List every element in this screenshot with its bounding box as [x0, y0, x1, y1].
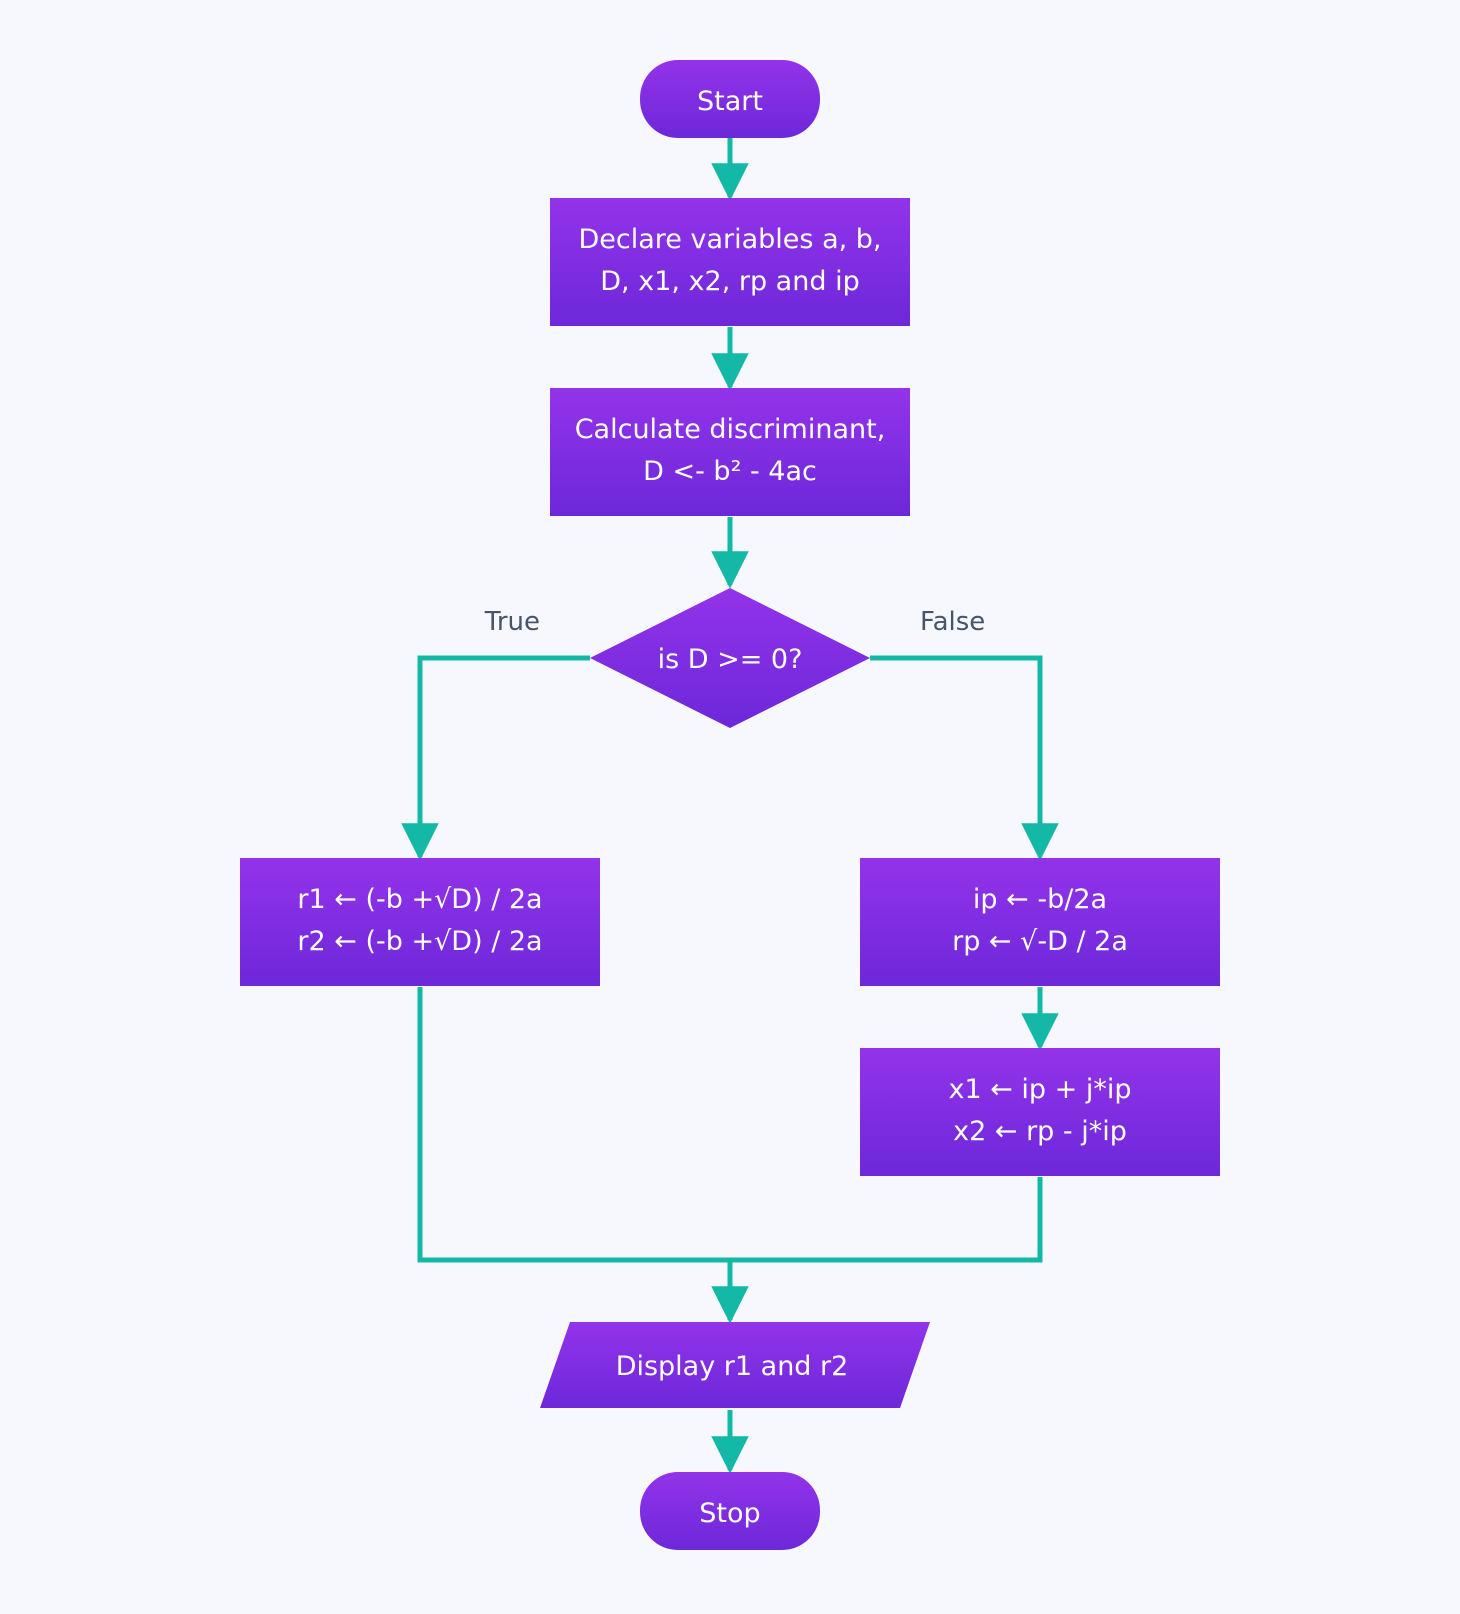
- node-discriminant-l2: D <- b² - 4ac: [643, 456, 817, 487]
- node-combine: x1 ← ip + j*ip x2 ← rp - j*ip: [860, 1048, 1220, 1176]
- node-stop-text: Stop: [699, 1498, 760, 1529]
- node-real: r1 ← (-b +√D) / 2a r2 ← (-b +√D) / 2a: [240, 858, 600, 986]
- node-combine-l1: x1 ← ip + j*ip: [948, 1074, 1131, 1105]
- node-combine-l2: x2 ← rp - j*ip: [953, 1116, 1127, 1147]
- node-declare: Declare variables a, b, D, x1, x2, rp an…: [550, 198, 910, 326]
- node-imagparts: ip ← -b/2a rp ← √-D / 2a: [860, 858, 1220, 986]
- node-imagparts-l1: ip ← -b/2a: [973, 884, 1107, 915]
- node-real-l2: r2 ← (-b +√D) / 2a: [297, 926, 542, 957]
- node-stop: Stop: [640, 1472, 820, 1550]
- node-declare-l2: D, x1, x2, rp and ip: [600, 266, 859, 297]
- node-display: Display r1 and r2: [540, 1322, 930, 1408]
- node-real-l1: r1 ← (-b +√D) / 2a: [297, 884, 542, 915]
- label-false: False: [920, 607, 985, 637]
- node-discriminant-l1: Calculate discriminant,: [575, 414, 886, 445]
- label-true: True: [484, 607, 540, 637]
- node-discriminant: Calculate discriminant, D <- b² - 4ac: [550, 388, 910, 516]
- node-decision-text: is D >= 0?: [658, 644, 803, 675]
- node-declare-l1: Declare variables a, b,: [579, 224, 882, 255]
- node-start: Start: [640, 60, 820, 138]
- flowchart-canvas: True False Start Declare variables a, b,…: [0, 0, 1460, 1614]
- node-display-text: Display r1 and r2: [616, 1351, 849, 1382]
- node-imagparts-l2: rp ← √-D / 2a: [952, 926, 1128, 957]
- node-start-text: Start: [697, 86, 763, 117]
